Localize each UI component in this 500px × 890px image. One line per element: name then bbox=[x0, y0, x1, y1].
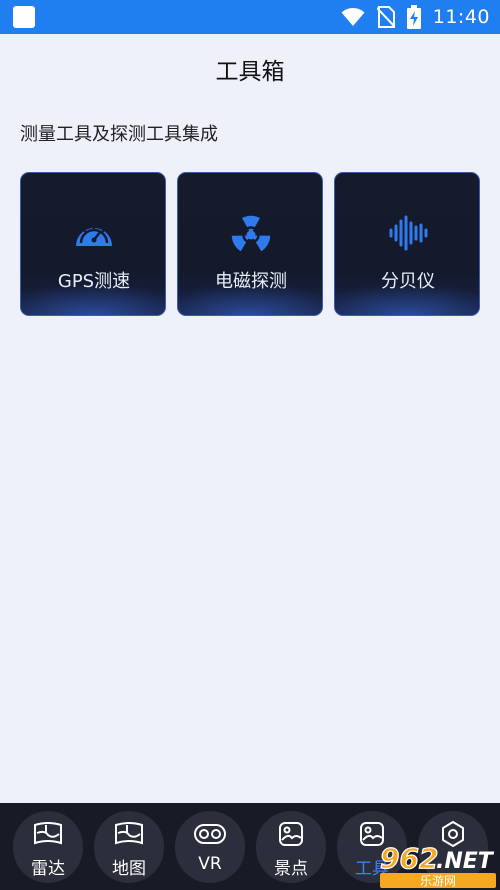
tool-card-label: GPS测速 bbox=[57, 271, 131, 292]
nav-label: 地图 bbox=[112, 859, 146, 879]
tool-card-gps-speed[interactable]: GPS测速 bbox=[20, 172, 166, 316]
nav-item-map[interactable]: 地图 bbox=[94, 811, 164, 883]
tool-grid: GPS测速 电磁探测 分贝仪 bbox=[20, 172, 480, 316]
settings-icon bbox=[442, 821, 464, 847]
sound-wave-icon bbox=[389, 215, 428, 251]
nav-item-vr[interactable]: VR bbox=[175, 811, 245, 883]
tool-card-label: 分贝仪 bbox=[381, 271, 435, 292]
picture-icon bbox=[279, 822, 303, 846]
tool-card-decibel[interactable]: 分贝仪 bbox=[334, 172, 480, 316]
battery-charging-icon bbox=[406, 5, 421, 29]
status-bar: 11:40 bbox=[0, 0, 500, 34]
picture-icon bbox=[360, 822, 384, 846]
section-title: 测量工具及探测工具集成 bbox=[20, 124, 218, 145]
nav-label: 景点 bbox=[274, 859, 308, 879]
tool-card-label: 电磁探测 bbox=[215, 271, 287, 292]
nav-item-scenic[interactable]: 景点 bbox=[256, 811, 326, 883]
map-icon bbox=[115, 822, 143, 845]
nav-item-settings[interactable] bbox=[418, 811, 488, 883]
map-icon bbox=[34, 822, 62, 845]
wifi-icon bbox=[341, 8, 365, 26]
nav-item-radar[interactable]: 雷达 bbox=[13, 811, 83, 883]
no-sim-icon bbox=[376, 6, 395, 28]
nav-label: 工具 bbox=[355, 859, 389, 879]
tool-card-em-detect[interactable]: 电磁探测 bbox=[177, 172, 323, 316]
bottom-nav: 雷达 地图 VR 景点 工具 bbox=[0, 803, 500, 890]
notification-app-icon bbox=[13, 6, 35, 28]
page-title: 工具箱 bbox=[215, 59, 285, 85]
nav-label: 雷达 bbox=[31, 859, 65, 879]
status-time: 11:40 bbox=[432, 6, 490, 28]
nav-label: VR bbox=[198, 854, 222, 874]
status-icons: 11:40 bbox=[341, 0, 490, 34]
vr-goggles-icon bbox=[194, 824, 226, 844]
radiation-icon bbox=[231, 215, 271, 252]
speedometer-icon bbox=[76, 226, 112, 246]
nav-item-tools[interactable]: 工具 bbox=[337, 811, 407, 883]
